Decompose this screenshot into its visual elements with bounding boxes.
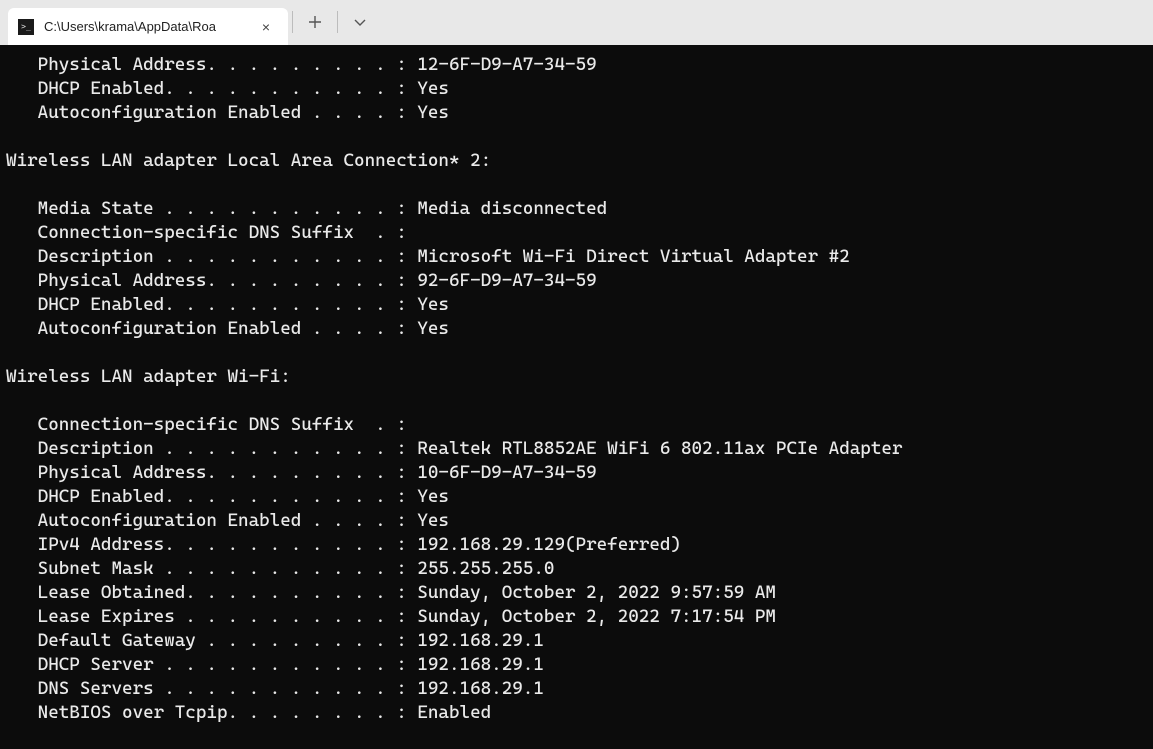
tab-separator-2 — [337, 11, 338, 33]
tab-active[interactable]: C:\Users\krama\AppData\Roa × — [8, 8, 288, 45]
tab-title: C:\Users\krama\AppData\Roa — [44, 19, 256, 34]
terminal-icon — [18, 19, 34, 35]
tab-dropdown-button[interactable] — [342, 8, 378, 40]
terminal-output[interactable]: Physical Address. . . . . . . . . : 12-6… — [0, 45, 1153, 749]
new-tab-button[interactable] — [297, 8, 333, 40]
tab-separator — [292, 11, 293, 33]
window-titlebar: C:\Users\krama\AppData\Roa × — [0, 0, 1153, 45]
chevron-down-icon — [353, 13, 367, 34]
plus-icon — [308, 13, 322, 34]
close-icon[interactable]: × — [256, 17, 276, 37]
